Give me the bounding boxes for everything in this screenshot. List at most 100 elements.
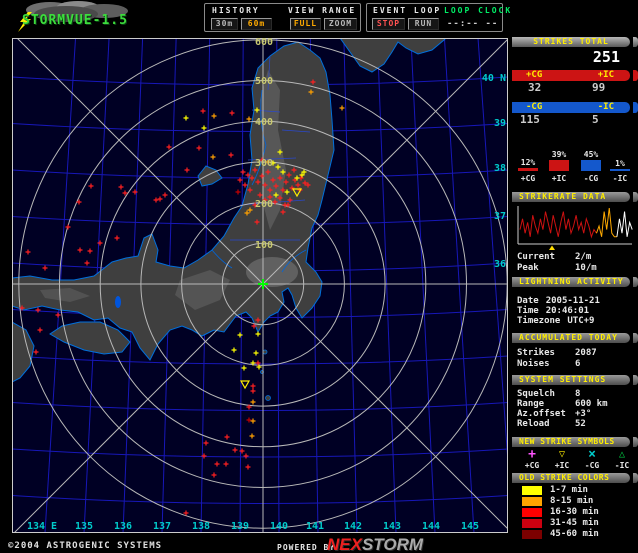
lon-label-135: 135 [75,521,93,532]
symbol-label-pic: +IC [548,461,576,470]
percent-col-nic: 1% [606,145,634,171]
event-loop-run-button[interactable]: RUN [408,18,439,30]
activity-time-row: Time 20:46:01 [517,306,638,316]
negative-strikes-bar: -CG -IC [512,102,638,113]
system-settings-header: SYSTEM SETTINGS [512,375,638,385]
event-loop-stop-button[interactable]: STOP [372,18,405,30]
reload-label: Reload [517,419,575,429]
pct-label-pcg: +CG [514,174,542,183]
pos-cg-label: +CG [526,70,542,81]
history-label: HISTORY [212,6,260,15]
loop-clock-value: --:-- -- [447,19,498,29]
ring-label-500: 500 [255,76,273,87]
strikes-total-header-label: STRIKES TOTAL [512,37,630,47]
old-color-label: 31-45 min [550,519,599,528]
lon-label-144: 144 [422,521,440,532]
lon-label-142: 142 [344,521,362,532]
rate-position-arrow-icon [549,246,555,251]
activity-date-row: Date 2005-11-21 [517,296,638,306]
lake-biwa [115,296,121,308]
minus-cg-symbol-icon: × [578,447,606,462]
current-value: 2/m [575,252,591,262]
pct-value: 12% [521,158,535,167]
accumulated-strikes-row: Strikes 2087 [517,348,638,358]
map-canvas[interactable]: 600 500 400 300 200 100 40 N 39 38 37 36… [12,38,508,533]
strikerate-header-label: STRIKERATE DATA [512,192,630,202]
activity-timezone-row: Timezone UTC+9 [517,316,638,326]
setting-squelch-row: Squelch 8 [517,389,638,399]
percent-col-pic: 39% [545,145,573,171]
lon-label-137: 137 [153,521,171,532]
color-swatch [522,519,542,528]
logo-text: STORMVUE-1.5 [22,13,128,28]
new-strike-symbols-header-label: NEW STRIKE SYMBOLS [512,437,630,447]
strikerate-current-row: Current 2/m [517,252,638,262]
view-range-zoom-button[interactable]: ZOOM [324,18,357,30]
peak-value: 10/m [575,263,597,273]
setting-reload-row: Reload 52 [517,419,638,429]
history-30m-button[interactable]: 30m [211,18,238,30]
view-range-full-button[interactable]: FULL [290,18,321,30]
ring-label-600: 600 [255,38,273,48]
nexstorm-logo-nex: NEX [327,535,362,553]
setting-range-row: Range 600 km [517,399,638,409]
neg-ic-value: 5 [592,114,599,126]
app-window: STORMVUE-1.5 STORMVUE-1.5 HISTORY 30m 60… [0,0,638,553]
azoffset-value: +3° [575,409,591,419]
time-label: Time [517,306,539,316]
nexstorm-logo-storm: STORM [362,535,423,553]
old-color-row-2: 8-15 min [512,497,638,507]
lat-label-38: 38 [494,163,506,174]
old-strike-colors-header-label: OLD STRIKE COLORS [512,473,630,483]
lon-label-145: 145 [461,521,479,532]
history-60m-button[interactable]: 60m [241,18,272,30]
lightning-activity-header: LIGHTNING ACTIVITY [512,277,638,287]
lat-label-36: 36 [494,259,506,270]
negative-strikes-values: 115 5 [512,114,638,126]
pct-value: 45% [584,150,598,159]
strikerate-chart [512,203,638,251]
color-swatch [522,530,542,539]
color-swatch [522,486,542,495]
accumulated-noises-row: Noises 6 [517,359,638,369]
sidebar: STRIKES TOTAL 251 +CG +IC 32 99 -CG -IC … [512,0,638,553]
lon-label-136: 136 [114,521,132,532]
old-color-row-4: 31-45 min [512,519,638,529]
date-value: 2005-11-21 [546,296,600,306]
copyright-text: ©2004 ASTROGENIC SYSTEMS [8,541,162,551]
pct-label-nic: -IC [606,174,634,183]
lon-label-141: 141 [306,521,324,532]
strikes-label: Strikes [517,348,575,358]
setting-azoffset-row: Az.offset +3° [517,409,638,419]
accumulated-today-header-label: ACCUMULATED TODAY [512,333,630,343]
pct-label-ncg: -CG [577,174,605,183]
neg-cg-value: 115 [520,114,540,126]
percent-col-ncg: 45% [577,145,605,171]
old-color-label: 45-60 min [550,530,599,539]
symbol-label-pcg: +CG [518,461,546,470]
old-color-row-5: 45-60 min [512,530,638,540]
loop-clock-label: LOOP CLOCK [444,6,512,15]
neg-cg-label: -CG [526,102,542,113]
noises-label: Noises [517,359,575,369]
ring-label-200: 200 [255,199,273,210]
squelch-label: Squelch [517,389,575,399]
positive-strikes-values: 32 99 [512,82,638,94]
timezone-value: UTC+9 [567,316,594,326]
new-strike-symbols-header: NEW STRIKE SYMBOLS [512,437,638,447]
old-strike-colors-header: OLD STRIKE COLORS [512,473,638,483]
lon-label-134e: 134 E [27,521,57,532]
pct-label-pic: +IC [545,174,573,183]
system-settings-header-label: SYSTEM SETTINGS [512,375,630,385]
lat-label-37: 37 [494,211,506,222]
peak-label: Peak [517,263,575,273]
pct-value: 39% [552,150,566,159]
app-logo: STORMVUE-1.5 STORMVUE-1.5 [4,0,184,34]
symbol-label-ncg: -CG [578,461,606,470]
strikes-total-value: 251 [593,48,620,66]
old-color-label: 8-15 min [550,497,593,506]
strikes-total-header: STRIKES TOTAL [512,37,638,47]
noises-value: 6 [575,359,580,369]
lon-label-139: 139 [231,521,249,532]
azoffset-label: Az.offset [517,409,575,419]
